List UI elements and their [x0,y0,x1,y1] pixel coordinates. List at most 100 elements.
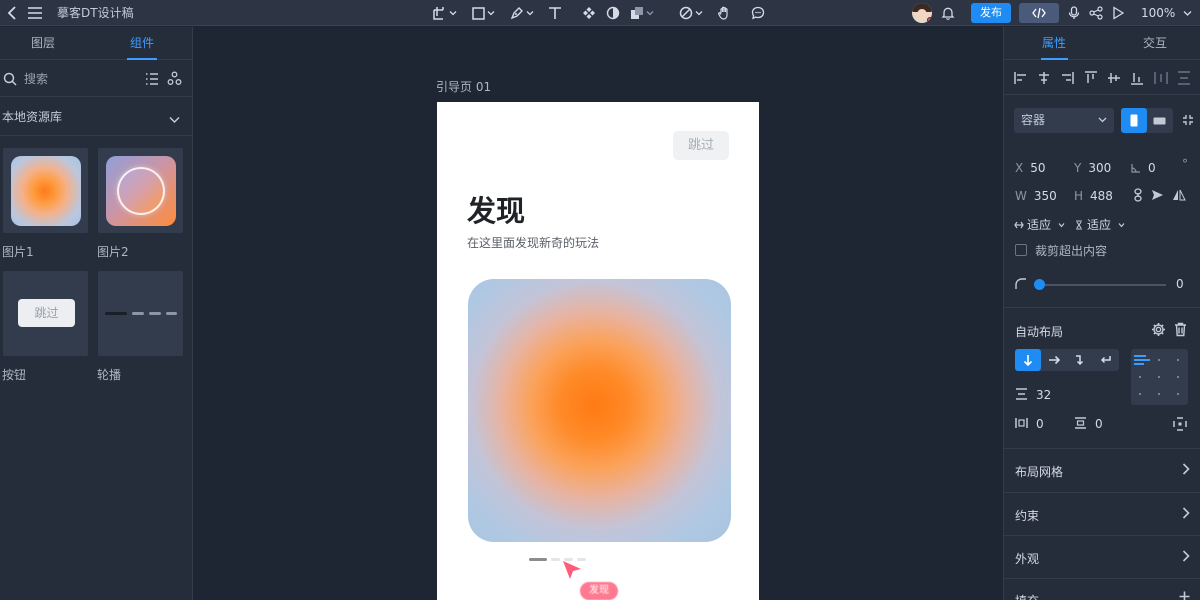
tab-layers[interactable]: 图层 [31,27,55,60]
resize-to-fit-icon[interactable] [1181,113,1195,127]
add-fill-icon[interactable] [1179,591,1190,600]
carousel-dash-active [105,312,127,315]
tab-interaction[interactable]: 交互 [1143,27,1167,60]
code-mode-button[interactable] [1019,3,1059,23]
list-view-icon[interactable] [145,72,159,89]
align-dot[interactable] [1139,376,1141,378]
local-library-dropdown[interactable]: 本地资源库 [0,98,193,136]
constrain-proportions-icon[interactable] [1131,188,1145,202]
constraints-section[interactable]: 约束 [1015,507,1039,524]
bell-icon[interactable] [938,0,958,26]
corner-radius-value[interactable]: 0 [1176,277,1184,291]
align-dot[interactable] [1158,376,1160,378]
appearance-section[interactable]: 外观 [1015,550,1039,567]
components-icon[interactable] [167,71,182,89]
user-avatar[interactable] [912,3,932,23]
align-dot[interactable] [1177,393,1179,395]
layout-grid-section[interactable]: 布局网格 [1015,463,1063,480]
align-dot[interactable] [1158,359,1160,361]
tab-components[interactable]: 组件 [130,27,154,60]
asset-image-1[interactable] [3,148,88,233]
alignment-grid[interactable] [1131,349,1188,405]
align-dot[interactable] [1177,376,1179,378]
vertical-padding-field[interactable]: 0 [1074,417,1103,431]
align-right-icon[interactable] [1059,70,1075,86]
carousel-indicator[interactable] [551,558,560,561]
comment-icon[interactable] [748,0,768,26]
corner-radius-icon [1014,277,1028,291]
asset-image-2[interactable] [98,148,183,233]
carousel-indicator-active[interactable] [529,558,547,561]
play-icon[interactable] [1110,0,1126,26]
direction-wrap-vertical-button[interactable] [1067,349,1093,371]
chevron-right-icon[interactable] [1182,463,1190,478]
hand-tool-icon[interactable] [714,0,734,26]
vertical-sizing-value: 适应 [1087,218,1112,232]
asset-button[interactable]: 跳过 [3,271,88,356]
corner-radius-slider-track[interactable] [1040,284,1166,286]
height-field[interactable]: H 488 [1074,189,1113,203]
back-icon[interactable] [4,0,20,26]
rectangle-tool-icon[interactable] [469,0,497,26]
width-field[interactable]: W 350 [1015,189,1057,203]
frame-label[interactable]: 引导页 01 [436,78,491,95]
portrait-option[interactable] [1121,108,1147,133]
horizontal-sizing-dropdown[interactable]: 适应 [1014,216,1065,233]
independent-padding-icon[interactable] [1172,416,1188,432]
align-middle-icon[interactable] [1106,70,1122,86]
pen-tool-icon[interactable] [507,0,537,26]
align-dot[interactable] [1177,359,1179,361]
search-icon [3,72,17,89]
hero-gradient-image[interactable] [468,279,731,542]
rotation-field[interactable]: 0 [1131,161,1156,175]
align-top-icon[interactable] [1083,70,1099,86]
distribute-h-icon[interactable] [1153,70,1169,86]
settings-gear-icon[interactable] [1150,321,1166,337]
menu-icon[interactable] [24,0,46,26]
component-icon[interactable] [579,0,599,26]
direction-wrap-horizontal-button[interactable] [1093,349,1119,371]
align-indicator-bar [1134,359,1150,361]
frame-orientation-toggle[interactable] [1121,108,1173,133]
chevron-right-icon[interactable] [1182,550,1190,565]
asset-carousel[interactable] [98,271,183,356]
tab-properties[interactable]: 属性 [1042,27,1066,60]
x-field[interactable]: X 50 [1015,161,1046,175]
direction-vertical-button[interactable] [1015,349,1041,371]
frame-tool-icon[interactable] [430,0,460,26]
horizontal-padding-field[interactable]: 0 [1015,417,1044,431]
microphone-icon[interactable] [1065,0,1083,26]
flip-vertical-icon[interactable] [1171,188,1187,202]
y-field[interactable]: Y 300 [1074,161,1111,175]
align-center-h-icon[interactable] [1036,70,1052,86]
slash-circle-icon[interactable] [676,0,706,26]
text-tool-icon[interactable] [545,0,565,26]
spacing-field[interactable]: 32 [1015,388,1051,402]
zoom-chevron-down-icon[interactable] [1180,0,1194,26]
distribute-v-icon[interactable] [1176,70,1192,86]
align-bottom-icon[interactable] [1129,70,1145,86]
publish-button[interactable]: 发布 [971,3,1011,23]
zoom-level[interactable]: 100% [1141,0,1175,26]
boolean-icon[interactable] [627,0,657,26]
search-input[interactable] [24,70,114,88]
artboard-frame[interactable]: 跳过 发现 在这里面发现新奇的玩法 发现 [437,102,759,600]
clip-content-checkbox[interactable] [1015,244,1027,256]
document-title[interactable]: 摹客DT设计稿 [57,0,134,26]
align-left-icon[interactable] [1013,70,1029,86]
chevron-right-icon[interactable] [1182,507,1190,522]
direction-horizontal-button[interactable] [1041,349,1067,371]
align-dot[interactable] [1139,393,1141,395]
fill-section[interactable]: 填充 [1015,592,1039,600]
mask-icon[interactable] [603,0,623,26]
corner-radius-slider-thumb[interactable] [1034,279,1045,290]
align-dot[interactable] [1158,393,1160,395]
trash-icon[interactable] [1172,321,1188,337]
flip-horizontal-icon[interactable] [1150,188,1164,202]
landscape-icon[interactable] [1153,117,1166,125]
vertical-sizing-dropdown[interactable]: 适应 [1074,216,1125,233]
carousel-dash [132,312,144,315]
share-icon[interactable] [1087,0,1105,26]
skip-button[interactable]: 跳过 [673,131,729,160]
container-type-select[interactable]: 容器 [1014,108,1114,133]
